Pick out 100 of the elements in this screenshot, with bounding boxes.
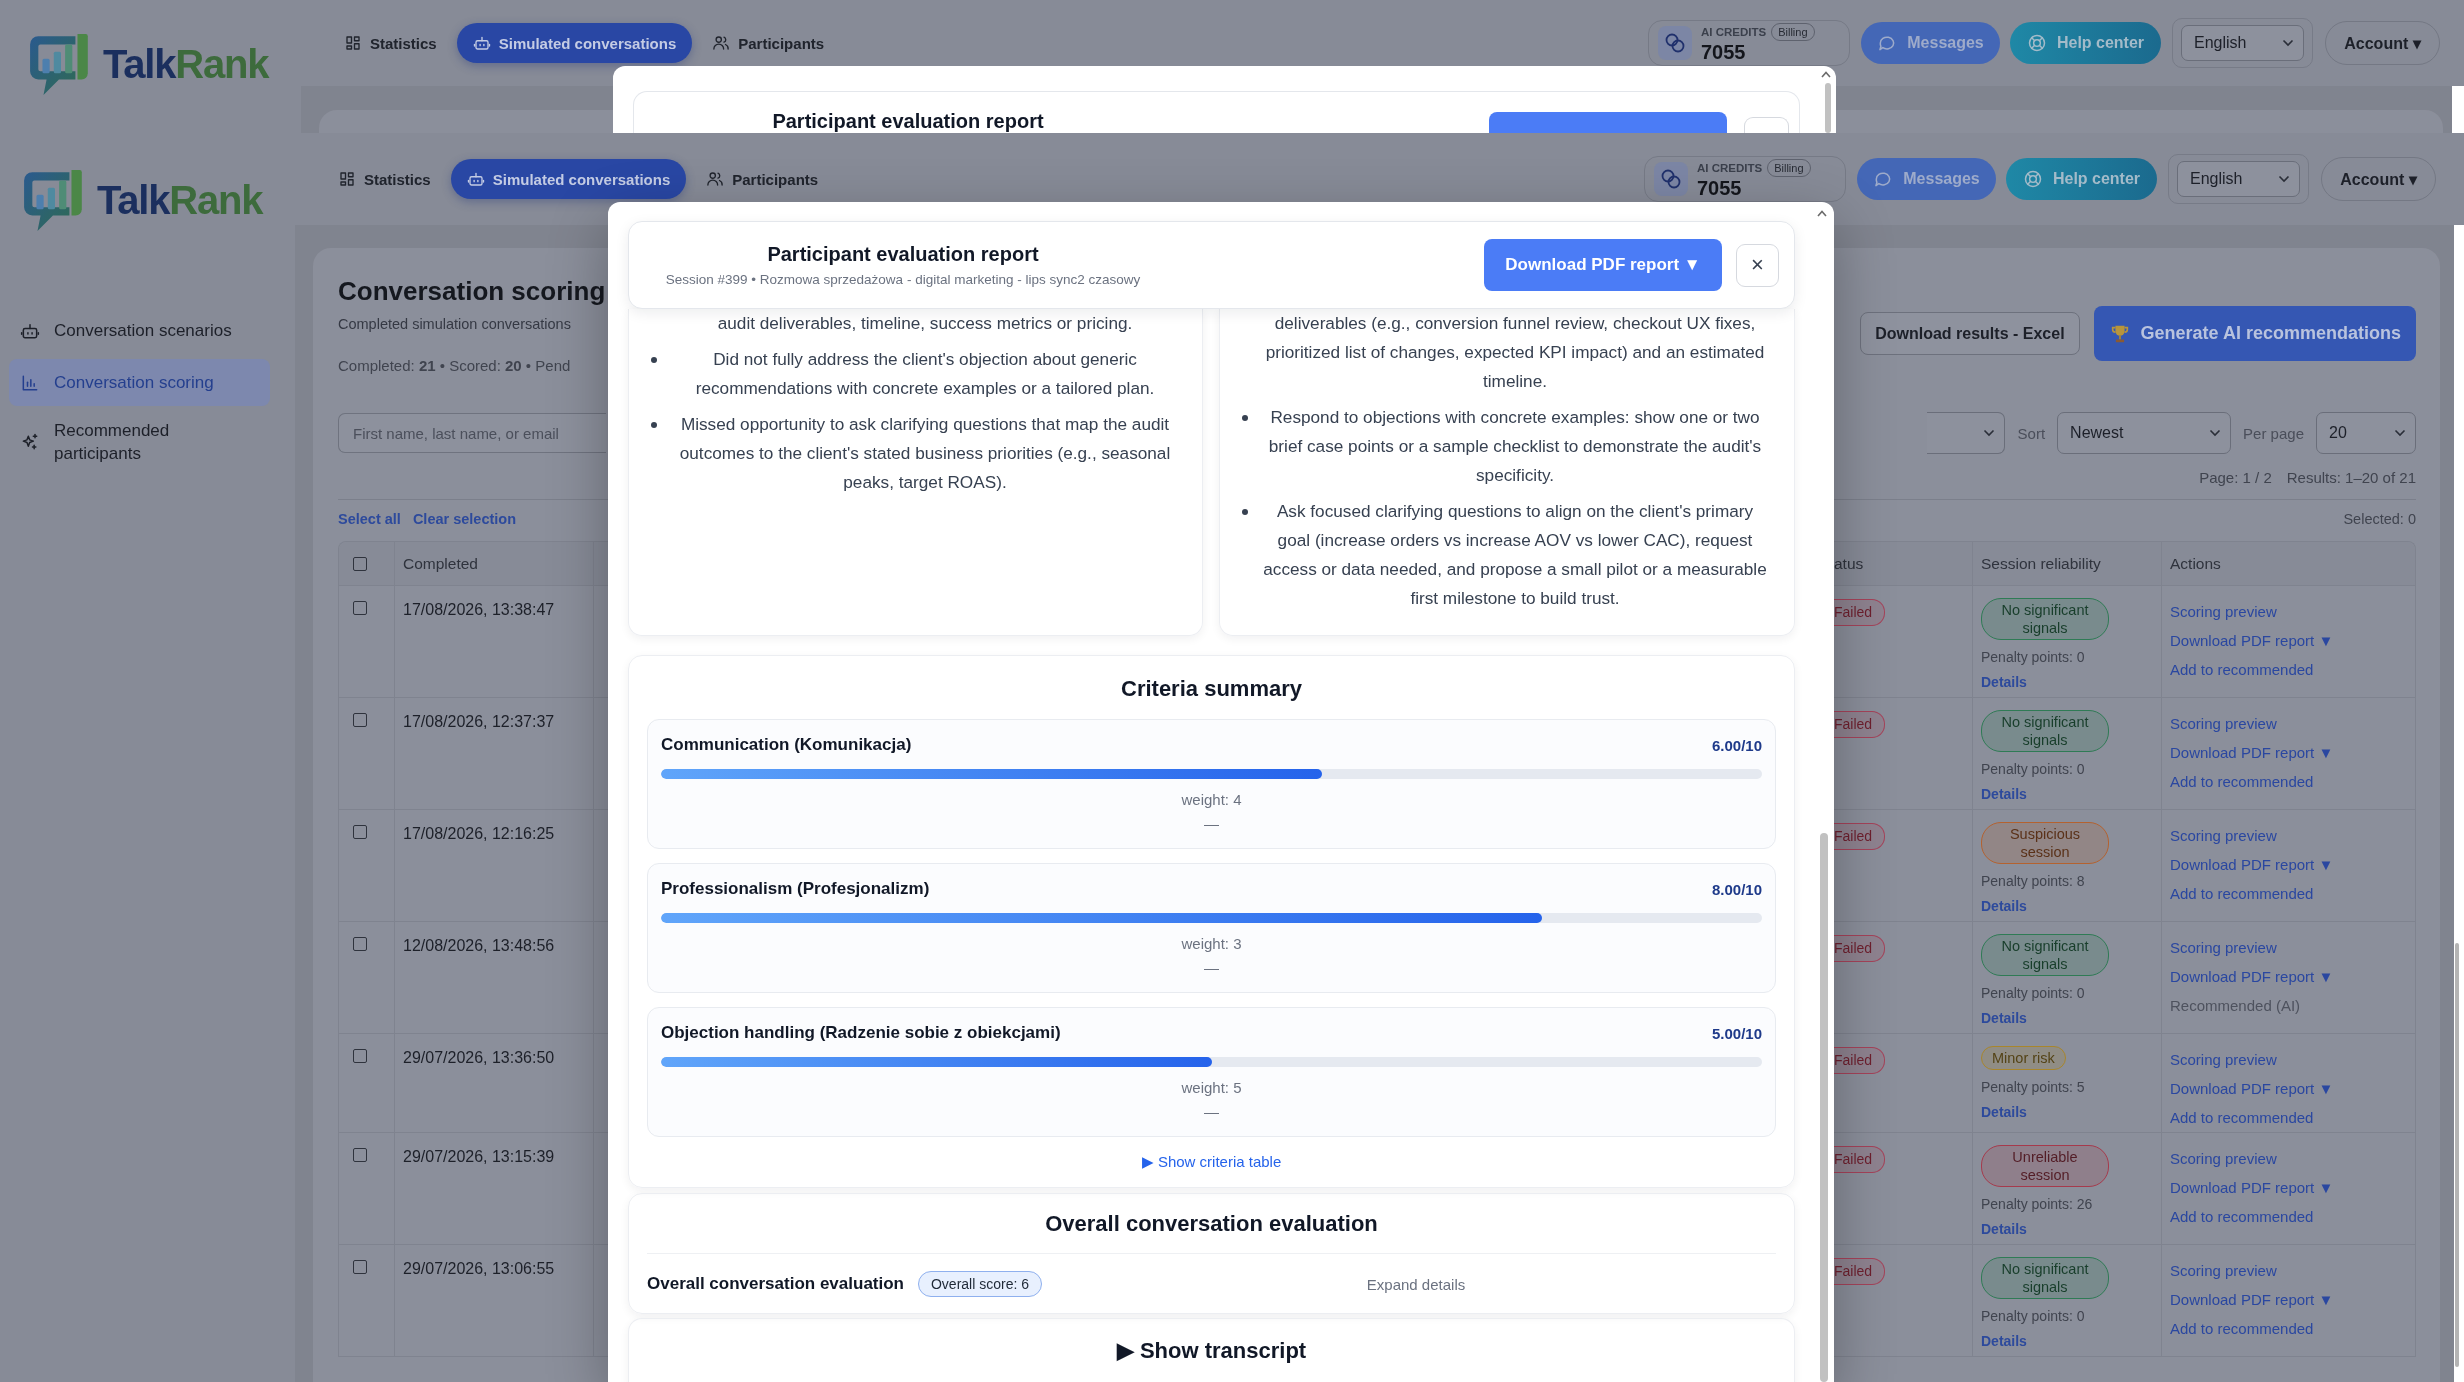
sidebar-item[interactable]: Recommended participants bbox=[9, 411, 270, 473]
checkbox[interactable] bbox=[353, 713, 367, 727]
messages-button[interactable]: Messages bbox=[1861, 22, 2000, 64]
checkbox[interactable] bbox=[353, 937, 367, 951]
add-to-recommended-link[interactable]: Add to recommended bbox=[2170, 1202, 2314, 1231]
sort-select[interactable]: Newest bbox=[2057, 412, 2232, 454]
checkbox[interactable] bbox=[353, 1148, 367, 1162]
grid-icon bbox=[344, 34, 362, 52]
credits-value: 7055 bbox=[1697, 177, 1742, 199]
action-link[interactable]: Scoring preview bbox=[2170, 709, 2277, 738]
action-link[interactable]: Scoring preview bbox=[2170, 933, 2277, 962]
details-link[interactable]: Details bbox=[1981, 1331, 2027, 1351]
per-page-select[interactable]: 20 bbox=[2316, 412, 2416, 454]
checkbox[interactable] bbox=[353, 1049, 367, 1063]
coins-icon bbox=[1654, 162, 1688, 196]
penalty-points: Penalty points: 0 bbox=[1981, 760, 2085, 779]
selected-count: Selected: 0 bbox=[2343, 510, 2416, 529]
add-to-recommended-link[interactable]: Add to recommended bbox=[2170, 767, 2314, 796]
details-link[interactable]: Details bbox=[1981, 1102, 2027, 1122]
column-header: Completed bbox=[403, 554, 478, 573]
penalty-points: Penalty points: 5 bbox=[1981, 1078, 2085, 1097]
nav-tab[interactable]: Participants bbox=[696, 23, 841, 63]
chevron-up-icon[interactable] bbox=[1817, 210, 1827, 217]
help-center-button[interactable]: Help center bbox=[2006, 158, 2157, 200]
add-to-recommended-link[interactable]: Add to recommended bbox=[2170, 655, 2314, 684]
details-link[interactable]: Details bbox=[1981, 896, 2027, 916]
scrollbar-thumb[interactable] bbox=[2455, 943, 2459, 1367]
criterion-score: 6.00/10 bbox=[1711, 736, 1762, 754]
checkbox[interactable] bbox=[353, 556, 367, 571]
nav-tab[interactable]: Simulated conversations bbox=[450, 159, 687, 199]
checkbox[interactable] bbox=[353, 601, 367, 615]
results-count: Results: 1–20 of 21 bbox=[2286, 468, 2416, 488]
messages-button[interactable]: Messages bbox=[1857, 158, 1996, 200]
action-link[interactable]: Download PDF report ▼ bbox=[2170, 1285, 2334, 1314]
logo-text: TalkRank bbox=[103, 41, 269, 87]
count-summary: Completed: 21 • Scored: 20 • Pend bbox=[338, 356, 571, 376]
scrollbar-thumb[interactable] bbox=[1820, 833, 1828, 1382]
credits-value: 7055 bbox=[1701, 41, 1746, 63]
nav-tab[interactable]: Statistics bbox=[322, 159, 447, 199]
chevron-down-icon bbox=[2209, 429, 2222, 437]
lifebuoy-icon bbox=[2026, 33, 2047, 53]
action-link[interactable]: Download PDF report ▼ bbox=[2170, 626, 2334, 655]
column-header: Actions bbox=[2170, 554, 2221, 573]
action-link[interactable]: Scoring preview bbox=[2170, 1045, 2277, 1074]
sidebar-item[interactable]: Conversation scenarios bbox=[9, 307, 270, 354]
details-link[interactable]: Details bbox=[1981, 784, 2027, 804]
scrollbar-thumb[interactable] bbox=[1825, 83, 1831, 133]
recommended-note: Recommended (AI) bbox=[2170, 996, 2301, 1016]
export-button[interactable]: Download results - Excel bbox=[1860, 312, 2080, 355]
language-select[interactable]: English bbox=[2181, 25, 2304, 61]
clear-selection-link[interactable]: Clear selection bbox=[412, 509, 517, 529]
details-link[interactable]: Details bbox=[1981, 1219, 2027, 1239]
reliability-badge: Suspicious session bbox=[1981, 822, 2109, 864]
select-all-link[interactable]: Select all bbox=[338, 509, 401, 529]
page-indicator: Page: 1 / 2 bbox=[2199, 468, 2272, 488]
checkbox[interactable] bbox=[353, 825, 367, 839]
add-to-recommended-link[interactable]: Add to recommended bbox=[2170, 1314, 2314, 1343]
action-link[interactable]: Download PDF report ▼ bbox=[2170, 738, 2334, 767]
reliability-badge: No significant signals bbox=[1981, 934, 2109, 976]
criterion-weight: weight: 5 bbox=[1181, 1078, 1242, 1098]
action-link[interactable]: Download PDF report ▼ bbox=[2170, 850, 2334, 879]
credits-label: AI CREDITS bbox=[1701, 25, 1767, 40]
people-icon bbox=[712, 34, 731, 52]
chevron-down-icon bbox=[2394, 429, 2406, 437]
sidebar-item[interactable]: Conversation scoring bbox=[9, 359, 270, 406]
bullet-icon bbox=[1242, 415, 1248, 421]
action-link[interactable]: Download PDF report ▼ bbox=[2170, 962, 2334, 991]
criterion-score: 5.00/10 bbox=[1711, 1024, 1762, 1042]
expand-details-link[interactable]: Expand details bbox=[1366, 1275, 1466, 1293]
nav-tab[interactable]: Simulated conversations bbox=[456, 23, 693, 63]
action-link[interactable]: Scoring preview bbox=[2170, 1256, 2277, 1285]
chevron-down-icon bbox=[1982, 429, 1995, 437]
reliability-badge: No significant signals bbox=[1981, 710, 2109, 752]
checkbox[interactable] bbox=[353, 1260, 367, 1274]
action-link[interactable]: Scoring preview bbox=[2170, 597, 2277, 626]
show-criteria-link[interactable]: ▶ Show criteria table bbox=[1141, 1151, 1282, 1173]
action-link[interactable]: Download PDF report ▼ bbox=[2170, 1173, 2334, 1202]
action-link[interactable]: Download PDF report ▼ bbox=[2170, 1074, 2334, 1103]
add-to-recommended-link[interactable]: Add to recommended bbox=[2170, 879, 2314, 908]
add-to-recommended-link[interactable]: Add to recommended bbox=[2170, 1103, 2314, 1132]
show-transcript-toggle[interactable]: ▶ Show transcript bbox=[1116, 1337, 1307, 1365]
reliability-badge: No significant signals bbox=[1981, 598, 2109, 640]
chevron-up-icon[interactable] bbox=[1821, 71, 1831, 78]
nav-tab[interactable]: Participants bbox=[690, 159, 835, 199]
action-link[interactable]: Scoring preview bbox=[2170, 1144, 2277, 1173]
search-field[interactable]: First name, last name, or email bbox=[338, 413, 606, 453]
sparkles-icon bbox=[20, 432, 40, 452]
reliability-badge: Minor risk bbox=[1981, 1046, 2066, 1070]
nav-tab[interactable]: Statistics bbox=[328, 23, 453, 63]
help-center-button[interactable]: Help center bbox=[2010, 22, 2161, 64]
robot-icon bbox=[472, 34, 491, 52]
close-button[interactable]: × bbox=[1736, 243, 1779, 287]
language-select[interactable]: English bbox=[2177, 161, 2300, 197]
ai-recommendations-button[interactable]: Generate AI recommendations bbox=[2093, 306, 2416, 361]
feedback-text: audit deliverables, timeline, success metrics or pricing. bbox=[717, 313, 1133, 333]
action-link[interactable]: Scoring preview bbox=[2170, 821, 2277, 850]
details-link[interactable]: Details bbox=[1981, 1008, 2027, 1028]
details-link[interactable]: Details bbox=[1981, 672, 2027, 692]
sort-label: Sort bbox=[2017, 424, 2046, 442]
download-pdf-button[interactable]: Download PDF report ▼ bbox=[1484, 239, 1722, 291]
